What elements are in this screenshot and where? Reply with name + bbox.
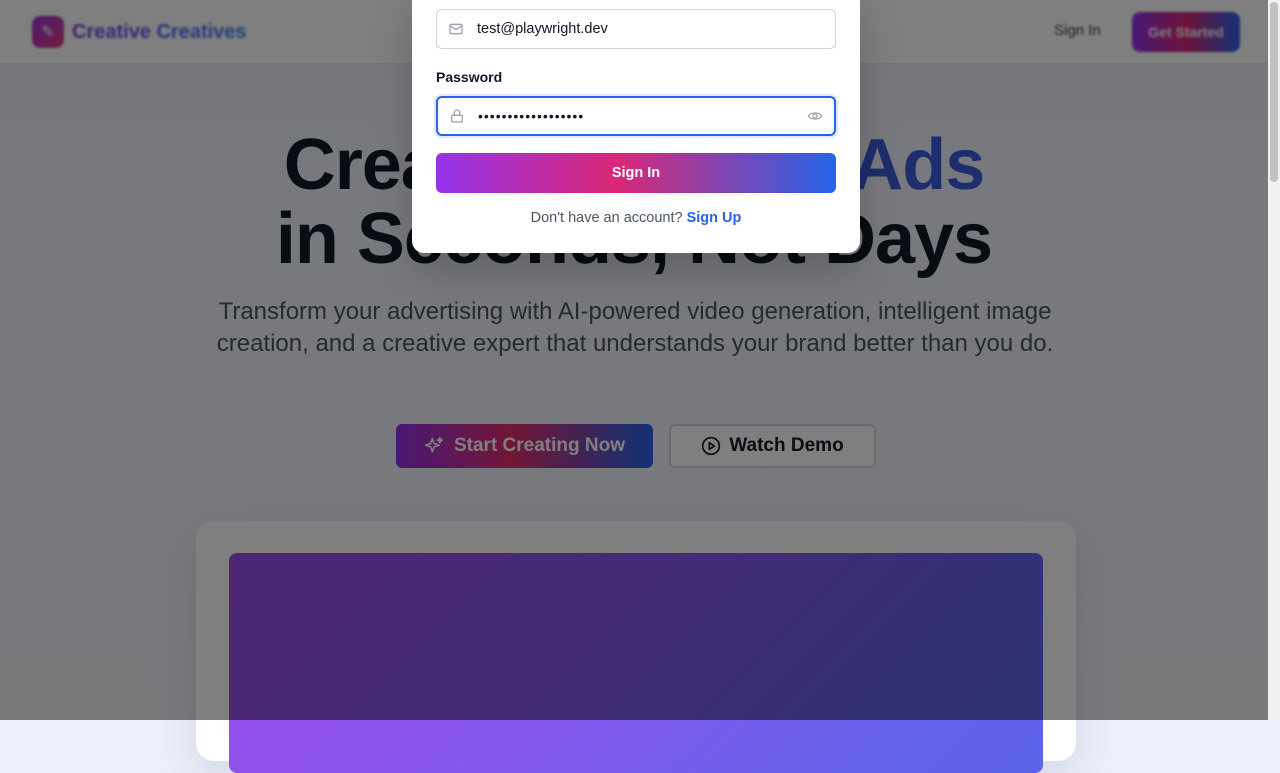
password-label: Password	[436, 69, 503, 85]
eye-icon[interactable]	[807, 108, 823, 124]
lock-icon	[451, 109, 463, 123]
password-value: ••••••••••••••••••	[478, 108, 585, 124]
page-scrollbar[interactable]	[1268, 0, 1280, 720]
signin-submit-button[interactable]: Sign In	[436, 153, 836, 193]
email-field[interactable]: test@playwright.dev	[436, 9, 836, 49]
email-value: test@playwright.dev	[477, 21, 608, 37]
signup-prompt: Don't have an account? Sign Up	[412, 210, 860, 226]
signin-modal: test@playwright.dev Password •••••••••••…	[412, 0, 860, 253]
signup-link[interactable]: Sign Up	[687, 210, 742, 226]
signup-prompt-text: Don't have an account?	[530, 210, 683, 226]
mail-icon	[449, 23, 463, 35]
password-field[interactable]: ••••••••••••••••••	[436, 96, 836, 136]
scrollbar-thumb[interactable]	[1270, 2, 1278, 182]
